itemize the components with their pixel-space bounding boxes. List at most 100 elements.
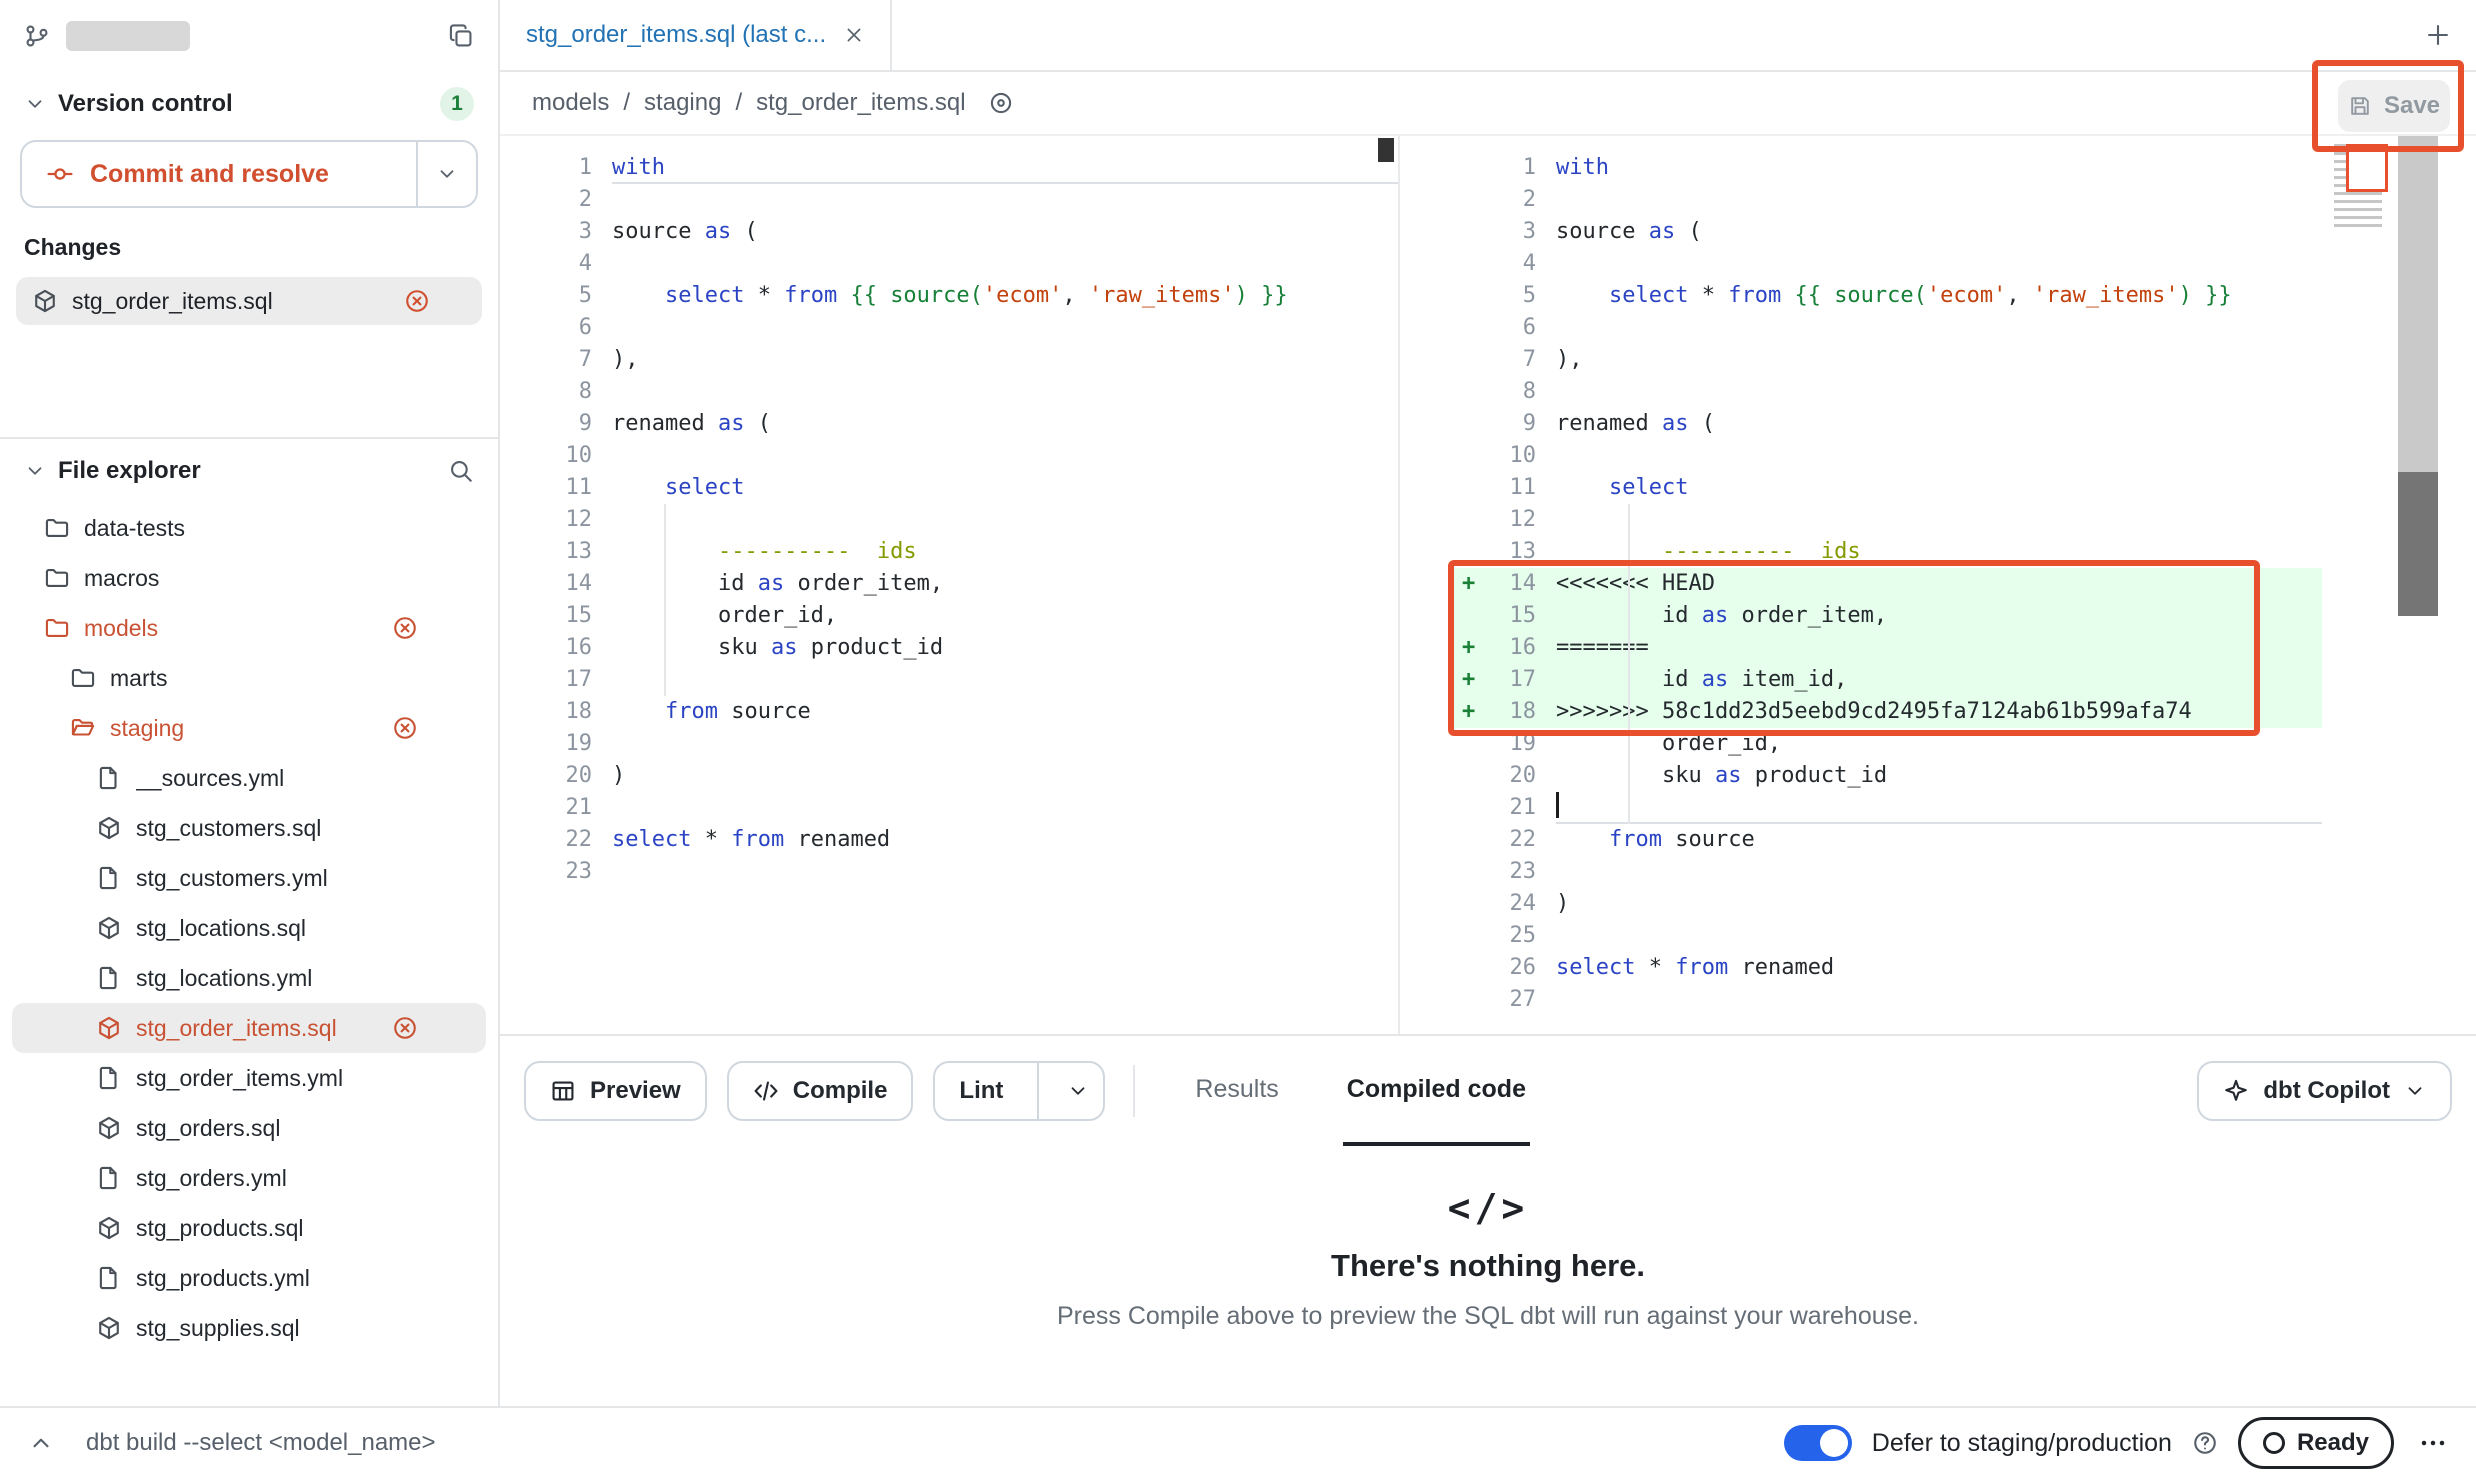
code-line-17: +17 id as item_id, xyxy=(1452,664,2322,696)
divider xyxy=(1133,1065,1135,1117)
code-line-13: 13 ---------- ids xyxy=(1452,536,2322,568)
model-icon xyxy=(96,1215,122,1241)
code-line-5: 5 select * from {{ source('ecom', 'raw_i… xyxy=(500,280,1398,312)
file-item-stg_customers.yml[interactable]: stg_customers.yml xyxy=(12,853,486,903)
command-text[interactable]: dbt build --select <model_name> xyxy=(86,1429,436,1457)
editor-scrollbar-thumb[interactable] xyxy=(1378,138,1394,162)
file-item-stg_orders.sql[interactable]: stg_orders.sql xyxy=(12,1103,486,1153)
code-text xyxy=(1556,984,2322,1016)
commit-and-resolve-main[interactable]: Commit and resolve xyxy=(22,142,416,206)
discard-changes-icon[interactable] xyxy=(392,715,418,741)
tab-stg-order-items[interactable]: stg_order_items.sql (last c... xyxy=(500,0,892,70)
commit-options-button[interactable] xyxy=(416,142,476,206)
code-line-24: 24) xyxy=(1452,888,2322,920)
code-text: source as ( xyxy=(1556,216,2322,248)
diff-added-marker xyxy=(1452,216,1488,248)
code-line-7: 7), xyxy=(1452,344,2322,376)
tab-results[interactable]: Results xyxy=(1191,1036,1282,1146)
breadcrumb-item-staging[interactable]: staging xyxy=(644,89,721,117)
file-item-stg_order_items.yml[interactable]: stg_order_items.yml xyxy=(12,1053,486,1103)
new-tab-button[interactable] xyxy=(2400,0,2476,70)
file-item-marts[interactable]: marts xyxy=(12,653,486,703)
file-name: stg_locations.yml xyxy=(136,965,312,992)
file-item-stg_order_items.sql[interactable]: stg_order_items.sql xyxy=(12,1003,486,1053)
code-text: from source xyxy=(1556,824,2322,856)
file-item-staging[interactable]: staging xyxy=(12,703,486,753)
code-line-2: 2 xyxy=(500,184,1398,216)
line-number: 21 xyxy=(1488,792,1556,824)
breadcrumb-separator: / xyxy=(735,89,742,117)
defer-toggle[interactable] xyxy=(1784,1425,1852,1461)
empty-state: </> There's nothing here. Press Compile … xyxy=(500,1146,2476,1406)
code-line-20: 20) xyxy=(500,760,1398,792)
tab-compiled-code[interactable]: Compiled code xyxy=(1343,1036,1530,1146)
file-item-data-tests[interactable]: data-tests xyxy=(12,503,486,553)
version-control-title: Version control xyxy=(58,90,233,118)
file-item-stg_products.yml[interactable]: stg_products.yml xyxy=(12,1253,486,1303)
copy-icon[interactable] xyxy=(448,23,474,49)
lint-button[interactable]: Lint xyxy=(933,1061,1105,1121)
file-item-models[interactable]: models xyxy=(12,603,486,653)
diff-added-marker xyxy=(1452,472,1488,504)
code-text: source as ( xyxy=(612,216,1398,248)
line-number: 25 xyxy=(1488,920,1556,952)
file-item-stg_orders.yml[interactable]: stg_orders.yml xyxy=(12,1153,486,1203)
minimap[interactable] xyxy=(2332,140,2388,260)
version-control-header[interactable]: Version control 1 xyxy=(0,72,498,136)
close-icon[interactable] xyxy=(844,25,864,45)
file-item-stg_locations.yml[interactable]: stg_locations.yml xyxy=(12,953,486,1003)
discard-changes-icon[interactable] xyxy=(392,615,418,641)
editor-scrollbar-thumb[interactable] xyxy=(2398,472,2438,616)
code-line-9: 9renamed as ( xyxy=(500,408,1398,440)
breadcrumb-item-models[interactable]: models xyxy=(532,89,609,117)
file-item-stg_supplies.sql[interactable]: stg_supplies.sql xyxy=(12,1303,486,1353)
line-number: 18 xyxy=(1488,696,1556,728)
code-text: ), xyxy=(612,344,1398,376)
minimap-annotation-mark xyxy=(2346,144,2388,192)
file-name: models xyxy=(84,615,158,642)
discard-changes-icon[interactable] xyxy=(404,288,430,314)
file-explorer-header[interactable]: File explorer xyxy=(0,439,498,503)
code-line-13: 13 ---------- ids xyxy=(500,536,1398,568)
file-item-__sources.yml[interactable]: __sources.yml xyxy=(12,753,486,803)
file-item-macros[interactable]: macros xyxy=(12,553,486,603)
folder-open-icon xyxy=(70,715,96,741)
chevron-down-icon[interactable] xyxy=(1053,1080,1103,1102)
file-item-stg_products.sql[interactable]: stg_products.sql xyxy=(12,1203,486,1253)
save-button[interactable]: Save xyxy=(2338,80,2450,132)
save-label: Save xyxy=(2384,92,2440,120)
editor-split: 1with23source as (45 select * from {{ so… xyxy=(500,136,2476,1034)
chevron-down-icon xyxy=(24,460,46,482)
line-number: 11 xyxy=(500,472,612,504)
file-name: stg_order_items.sql xyxy=(136,1015,337,1042)
breadcrumb-item-file[interactable]: stg_order_items.sql xyxy=(756,89,965,117)
editor-pane-modified[interactable]: 1with23source as (45 select * from {{ so… xyxy=(1400,136,2476,1034)
code-line-1: 1with xyxy=(500,152,1398,184)
commit-and-resolve-button[interactable]: Commit and resolve xyxy=(20,140,478,208)
compile-button[interactable]: Compile xyxy=(727,1061,914,1121)
more-options-icon[interactable] xyxy=(2418,1428,2448,1458)
file-item-stg_customers.sql[interactable]: stg_customers.sql xyxy=(12,803,486,853)
preview-button[interactable]: Preview xyxy=(524,1061,707,1121)
sidebar: Version control 1 Commit and resolve Cha… xyxy=(0,0,500,1406)
expand-command-bar-icon[interactable] xyxy=(28,1430,54,1456)
model-icon xyxy=(96,815,122,841)
ready-status-button[interactable]: Ready xyxy=(2238,1417,2394,1469)
code-text: order_id, xyxy=(1556,728,2322,760)
file-item-stg_locations.sql[interactable]: stg_locations.sql xyxy=(12,903,486,953)
search-icon[interactable] xyxy=(448,458,474,484)
changed-file-stg_order_items.sql[interactable]: stg_order_items.sql xyxy=(16,277,482,325)
line-number: 2 xyxy=(500,184,612,216)
line-number: 6 xyxy=(500,312,612,344)
dbt-copilot-button[interactable]: dbt Copilot xyxy=(2197,1061,2452,1121)
help-icon[interactable] xyxy=(2192,1430,2218,1456)
line-number: 9 xyxy=(1488,408,1556,440)
model-status-icon[interactable] xyxy=(988,90,1014,116)
code-line-15: 15 order_id, xyxy=(500,600,1398,632)
diff-added-marker xyxy=(1452,728,1488,760)
code-text: ---------- ids xyxy=(612,536,1398,568)
discard-changes-icon[interactable] xyxy=(392,1015,418,1041)
diff-added-marker xyxy=(1452,248,1488,280)
sidebar-header xyxy=(0,0,498,72)
editor-pane-original[interactable]: 1with23source as (45 select * from {{ so… xyxy=(500,136,1400,1034)
